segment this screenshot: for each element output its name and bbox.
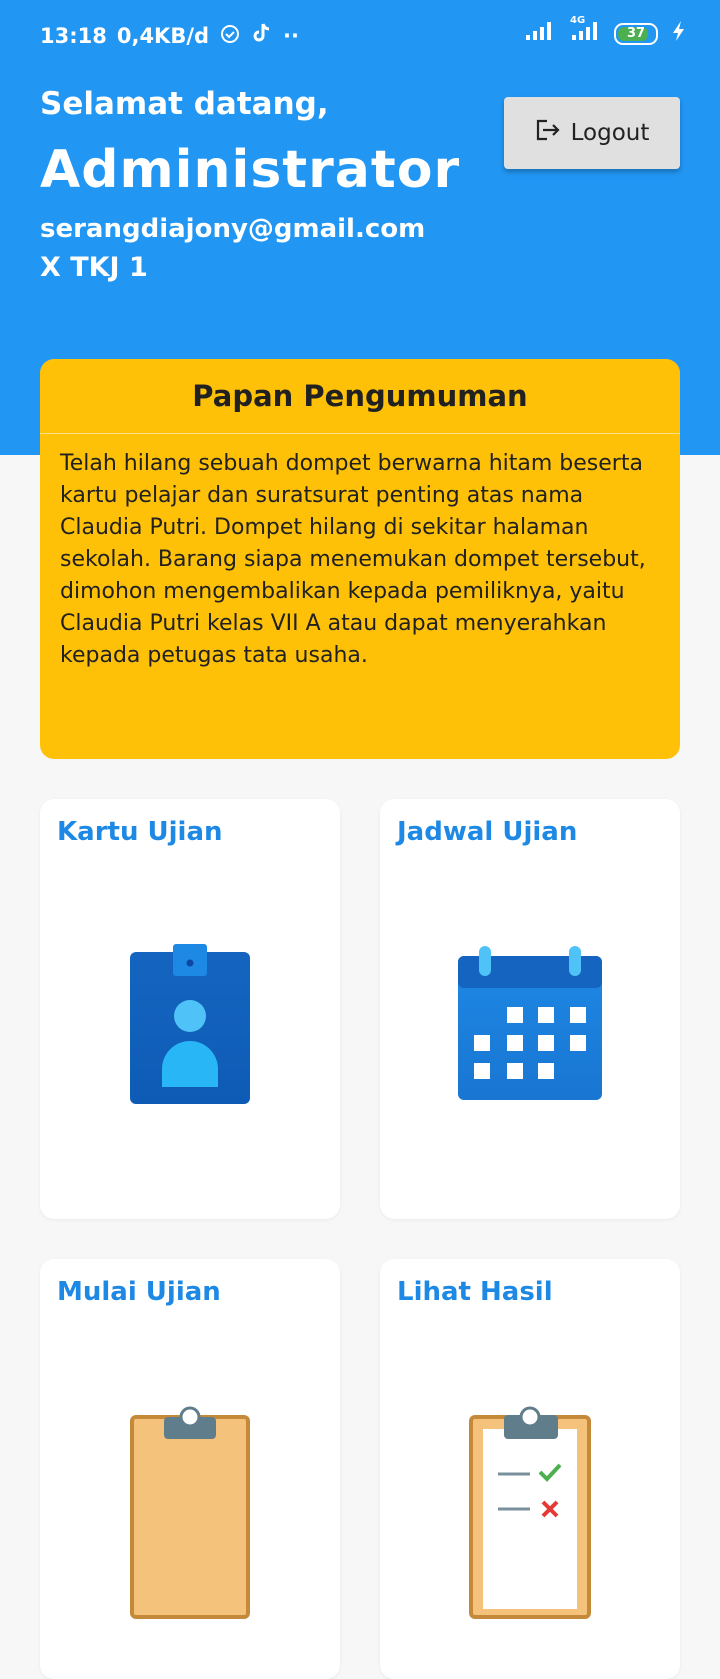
menu-card-lihat-hasil[interactable]: Lihat Hasil <box>380 1259 680 1679</box>
signal-icon <box>524 21 554 46</box>
status-time: 13:18 <box>40 23 107 48</box>
logout-label: Logout <box>570 120 650 146</box>
announcement-title: Papan Pengumuman <box>40 359 680 434</box>
user-email: serangdiajony@gmail.com <box>40 214 426 244</box>
menu-card-kartu-ujian[interactable]: Kartu Ujian <box>40 799 340 1219</box>
checklist-clipboard-icon <box>469 1406 591 1619</box>
logout-button[interactable]: Logout <box>504 97 680 169</box>
signal-4g-icon: 4G <box>568 15 600 46</box>
calendar-icon <box>458 946 602 1100</box>
logout-icon <box>535 118 561 148</box>
announcement-board: Papan Pengumuman Telah hilang sebuah dom… <box>40 359 680 759</box>
menu-card-mulai-ujian[interactable]: Mulai Ujian <box>40 1259 340 1679</box>
battery-icon: 37 <box>614 22 658 45</box>
battery-level: 37 <box>626 26 646 41</box>
user-class: X TKJ 1 <box>40 252 148 283</box>
user-name: Administrator <box>40 140 461 200</box>
more-notifications-icon: ·· <box>283 23 300 48</box>
clipboard-icon <box>130 1406 250 1619</box>
announcement-body: Telah hilang sebuah dompet berwarna hita… <box>60 451 646 668</box>
id-card-icon <box>130 944 250 1104</box>
status-network-speed: 0,4KB/d <box>116 23 210 48</box>
alarm-icon <box>219 22 241 49</box>
welcome-text: Selamat datang, <box>40 86 329 122</box>
status-bar: 13:18 0,4KB/d ·· 4G 37 <box>0 0 720 70</box>
menu-card-jadwal-ujian[interactable]: Jadwal Ujian <box>380 799 680 1219</box>
tiktok-icon <box>251 22 273 49</box>
charging-icon <box>672 20 686 47</box>
